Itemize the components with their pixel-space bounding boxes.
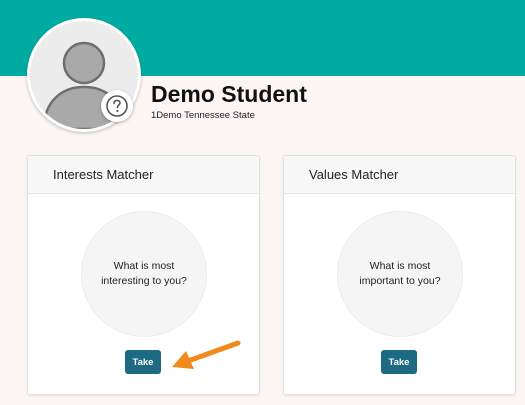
- question-mark-icon: [106, 95, 128, 117]
- student-name: Demo Student: [151, 81, 307, 107]
- student-subtitle: 1Demo Tennessee State: [151, 110, 255, 121]
- arrow-left-icon: [172, 340, 241, 369]
- help-button[interactable]: [101, 90, 133, 122]
- card-header: Values Matcher: [284, 156, 515, 194]
- take-interests-button[interactable]: Take: [125, 350, 161, 374]
- prompt-text: What is most important to you?: [359, 260, 441, 287]
- prompt-circle: What is most important to you?: [337, 211, 463, 337]
- prompt-text: What is most interesting to you?: [101, 260, 187, 287]
- prompt-circle: What is most interesting to you?: [81, 211, 207, 337]
- values-matcher-card: Values Matcher What is most important to…: [283, 155, 516, 395]
- card-title: Interests Matcher: [53, 167, 154, 182]
- card-title: Values Matcher: [309, 167, 399, 182]
- card-header: Interests Matcher: [28, 156, 259, 194]
- take-values-button[interactable]: Take: [381, 350, 417, 374]
